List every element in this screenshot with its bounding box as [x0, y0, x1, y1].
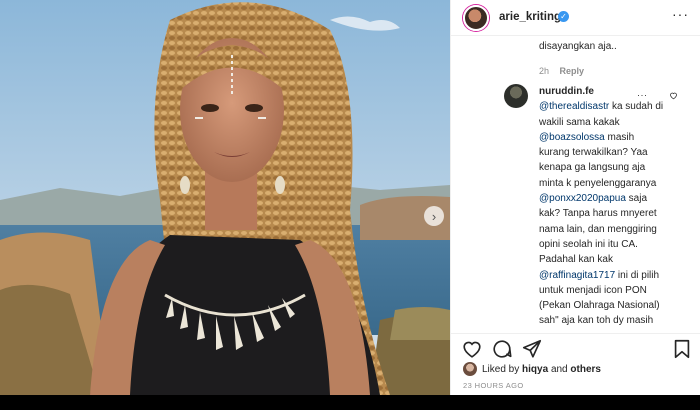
liked-by-line[interactable]: Liked by hiqya and others [463, 362, 601, 376]
more-options-icon[interactable]: ··· [672, 6, 689, 22]
mention-link[interactable]: @therealdisastr [539, 101, 609, 112]
comments-list[interactable]: disayangkan aja.. 2h Reply nuruddin.fe @… [451, 36, 700, 333]
verified-badge-icon: ✓ [558, 11, 569, 22]
chevron-right-icon: › [431, 208, 437, 224]
liked-by-prefix: Liked by [482, 363, 520, 375]
comment-like-heart-icon[interactable] [669, 91, 678, 100]
post-actions: Liked by hiqya and others 23 HOURS AGO [451, 333, 700, 395]
heart-icon[interactable] [461, 338, 483, 360]
liked-by-connector: and [550, 363, 568, 375]
post-timestamp: 23 HOURS AGO [463, 381, 524, 390]
post-header: arie_kriting ✓ ··· [451, 0, 700, 36]
commenter-avatar[interactable] [504, 84, 528, 108]
previous-comment-meta: 2h Reply [539, 66, 592, 76]
comment-options-icon[interactable]: ··· [637, 90, 648, 100]
post-photo: › [0, 0, 450, 395]
mention-link[interactable]: @raffinagita1717 [539, 270, 615, 281]
mention-link[interactable]: @ponxx2020papua [539, 193, 626, 204]
liker-username[interactable]: hiqya [522, 364, 548, 375]
comment-body: nuruddin.fe @therealdisastr ka sudah di … [539, 84, 667, 329]
author-avatar[interactable] [463, 5, 489, 31]
liked-by-others[interactable]: others [570, 364, 601, 375]
author-username[interactable]: arie_kriting [499, 11, 561, 23]
post-side-panel: arie_kriting ✓ ··· disayangkan aja.. 2h … [450, 0, 700, 395]
commenter-username[interactable]: nuruddin.fe [539, 84, 667, 99]
comment-age: 2h [539, 66, 550, 76]
post-photo-illustration [0, 0, 450, 395]
comment-icon[interactable] [491, 338, 513, 360]
comment-text: @therealdisastr ka sudah di wakili sama … [539, 101, 663, 326]
next-photo-button[interactable]: › [424, 206, 444, 226]
reply-button[interactable]: Reply [560, 66, 585, 76]
mention-link[interactable]: @boazsolossa [539, 132, 605, 143]
bookmark-icon[interactable] [671, 338, 693, 360]
previous-comment-text: disayangkan aja.. [539, 41, 617, 52]
share-icon[interactable] [521, 338, 543, 360]
bottom-black-bar [0, 395, 700, 410]
liker-avatar [463, 362, 477, 376]
